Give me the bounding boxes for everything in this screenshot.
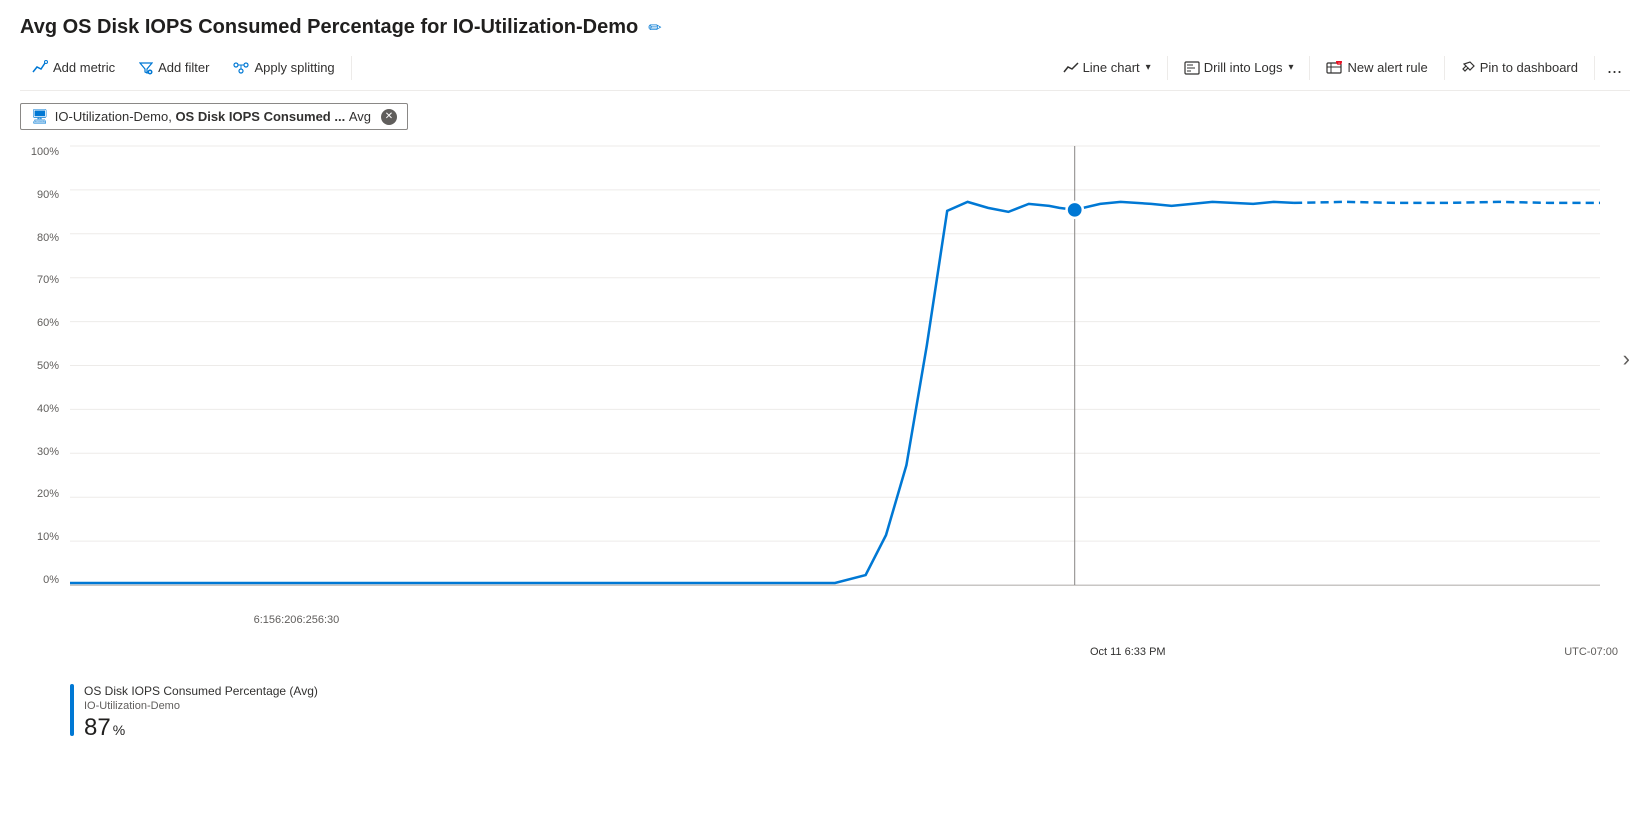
drill-into-logs-label: Drill into Logs (1204, 60, 1283, 75)
metric-tag-close-button[interactable]: ✕ (381, 109, 397, 125)
more-options-button[interactable]: ... (1599, 53, 1630, 82)
line-chart-dropdown-arrow: ▾ (1146, 62, 1151, 73)
add-filter-button[interactable]: Add filter (127, 54, 221, 81)
toolbar: Add metric Add filter Apply splitting (20, 53, 1630, 91)
legend-value: 87 % (84, 714, 318, 742)
legend-title: OS Disk IOPS Consumed Percentage (Avg) (84, 684, 318, 698)
title-row: Avg OS Disk IOPS Consumed Percentage for… (20, 16, 1630, 39)
line-chart-button[interactable]: Line chart ▾ (1051, 54, 1163, 81)
y-label-40: 40% (20, 403, 59, 415)
metric-tag: 🖥 IO-Utilization-Demo, OS Disk IOPS Cons… (20, 103, 408, 130)
separator-5 (1594, 56, 1595, 80)
add-metric-icon (32, 60, 48, 76)
new-alert-rule-label: New alert rule (1347, 60, 1427, 75)
expand-button[interactable]: › (1623, 346, 1630, 372)
y-label-100: 100% (20, 146, 59, 158)
timezone-label: UTC-07:00 (1564, 646, 1618, 658)
chart-area: 100% 90% 80% 70% 60% 50% 40% 30% 20% 10%… (20, 146, 1630, 676)
separator-2 (1167, 56, 1168, 80)
x-label-630: 6:30 (318, 614, 339, 626)
add-metric-button[interactable]: Add metric (20, 54, 127, 82)
drill-logs-icon (1184, 61, 1200, 75)
edit-icon[interactable]: ✏ (648, 18, 661, 38)
vm-icon: 🖥 (31, 108, 49, 125)
drill-into-logs-button[interactable]: Drill into Logs ▾ (1172, 54, 1306, 81)
page-title: Avg OS Disk IOPS Consumed Percentage for… (20, 16, 638, 39)
pin-icon (1461, 61, 1475, 75)
x-label-625: 6:25 (296, 614, 317, 626)
legend: OS Disk IOPS Consumed Percentage (Avg) I… (20, 684, 1630, 742)
y-label-50: 50% (20, 360, 59, 372)
x-axis: 6:15 6:20 6:25 6:30 (70, 614, 1600, 626)
new-alert-rule-button[interactable]: ! New alert rule (1314, 54, 1439, 81)
add-filter-label: Add filter (158, 60, 209, 75)
line-chart-label: Line chart (1083, 60, 1140, 75)
tooltip-label: Oct 11 6:33 PM (1090, 646, 1166, 658)
y-label-80: 80% (20, 232, 59, 244)
alert-icon: ! (1326, 61, 1342, 75)
legend-number: 87 (84, 714, 111, 742)
y-label-90: 90% (20, 189, 59, 201)
y-label-10: 10% (20, 531, 59, 543)
y-axis: 100% 90% 80% 70% 60% 50% 40% 30% 20% 10%… (20, 146, 65, 586)
x-label-620: 6:20 (275, 614, 296, 626)
apply-splitting-label: Apply splitting (254, 60, 334, 75)
y-label-20: 20% (20, 488, 59, 500)
legend-color-bar (70, 684, 74, 736)
toolbar-right: Line chart ▾ Drill into Logs ▾ (1051, 53, 1630, 82)
y-label-60: 60% (20, 317, 59, 329)
svg-text:!: ! (1339, 61, 1340, 66)
pin-to-dashboard-button[interactable]: Pin to dashboard (1449, 54, 1590, 81)
pin-to-dashboard-label: Pin to dashboard (1480, 60, 1578, 75)
add-metric-label: Add metric (53, 60, 115, 75)
metric-tag-name: IO-Utilization-Demo, OS Disk IOPS Consum… (55, 109, 371, 124)
legend-text: OS Disk IOPS Consumed Percentage (Avg) I… (84, 684, 318, 742)
separator-4 (1444, 56, 1445, 80)
chart-plot (70, 146, 1600, 586)
legend-subtitle: IO-Utilization-Demo (84, 700, 318, 712)
filter-icon (139, 61, 153, 75)
y-label-0: 0% (20, 574, 59, 586)
line-chart-icon (1063, 61, 1079, 75)
y-label-70: 70% (20, 274, 59, 286)
apply-splitting-button[interactable]: Apply splitting (221, 54, 346, 81)
splitting-icon (233, 61, 249, 75)
chart-svg (70, 146, 1600, 585)
legend-unit: % (113, 722, 125, 738)
separator-1 (351, 56, 352, 80)
metric-tag-aggregation: Avg (349, 109, 371, 124)
x-label-615: 6:15 (254, 614, 275, 626)
metric-tag-metric: OS Disk IOPS Consumed ... (175, 109, 345, 124)
separator-3 (1309, 56, 1310, 80)
drill-logs-dropdown-arrow: ▾ (1288, 62, 1293, 73)
y-label-30: 30% (20, 446, 59, 458)
